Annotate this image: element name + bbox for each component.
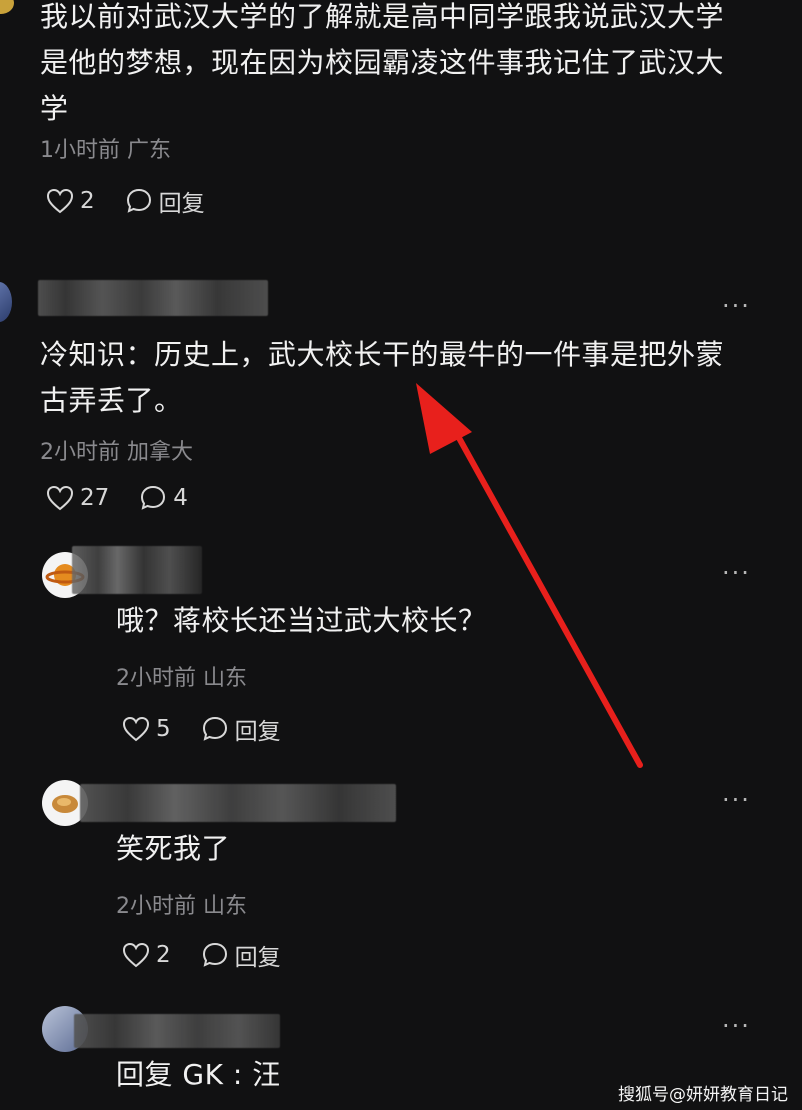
reply-meta: 2小时前 山东 <box>116 894 247 919</box>
comment-text: 我以前对武汉大学的了解就是高中同学跟我说武汉大学 是他的梦想，现在因为校园霸凌这… <box>40 0 725 125</box>
reply-text: 回复 GK : 汪 <box>116 1058 281 1091</box>
comment-icon <box>141 485 166 510</box>
like-button[interactable]: 5 <box>122 716 171 742</box>
reply-label: 回复 <box>158 191 205 217</box>
heart-icon <box>46 188 74 214</box>
watermark: 搜狐号@妍妍教育日记 <box>618 1085 788 1105</box>
comment-meta: 2小时前 加拿大 <box>40 440 193 465</box>
comment-meta: 1小时前 广东 <box>40 138 171 163</box>
like-count: 27 <box>80 485 110 511</box>
comment-icon <box>126 188 151 213</box>
reply-text: 笑死我了 <box>116 832 231 865</box>
more-options-icon[interactable]: ··· <box>722 294 751 318</box>
reply-meta: 2小时前 山东 <box>116 666 247 691</box>
username-blurred <box>38 280 268 316</box>
arrow-shaft <box>445 415 643 768</box>
like-button[interactable]: 2 <box>122 942 171 968</box>
like-count: 5 <box>156 716 171 742</box>
like-count: 2 <box>156 942 171 968</box>
avatar-partial-top <box>0 0 14 14</box>
replies-button[interactable]: 4 <box>139 484 188 512</box>
heart-icon <box>122 716 150 742</box>
like-count: 2 <box>80 188 95 214</box>
like-button[interactable]: 27 <box>46 485 109 511</box>
comment-text: 冷知识：历史上，武大校长干的最牛的一件事是把外蒙 古弄丢了。 <box>40 338 725 417</box>
username-blurred <box>74 1014 280 1048</box>
more-options-icon[interactable]: ··· <box>722 1014 751 1038</box>
more-options-icon[interactable]: ··· <box>722 561 751 585</box>
heart-icon <box>46 485 74 511</box>
comment-actions: 27 4 <box>46 484 188 512</box>
reply-actions: 5 回复 <box>122 712 281 746</box>
avatar-partial <box>0 282 12 322</box>
username-blurred <box>80 784 396 822</box>
comment-icon <box>202 942 227 967</box>
more-options-icon[interactable]: ··· <box>722 788 751 812</box>
reply-text: 哦？蒋校长还当过武大校长？ <box>116 604 487 637</box>
username-blurred <box>72 546 202 594</box>
reply-button[interactable]: 回复 <box>201 938 281 972</box>
reply-actions: 2 回复 <box>122 938 281 972</box>
like-button[interactable]: 2 <box>46 188 95 214</box>
reply-label: 回复 <box>234 719 281 745</box>
comment-actions: 2 回复 <box>46 184 205 218</box>
reply-label: 回复 <box>234 945 281 971</box>
reply-button[interactable]: 回复 <box>201 712 281 746</box>
reply-count: 4 <box>173 485 188 511</box>
comment-icon <box>202 716 227 741</box>
reply-button[interactable]: 回复 <box>125 184 205 218</box>
heart-icon <box>122 942 150 968</box>
